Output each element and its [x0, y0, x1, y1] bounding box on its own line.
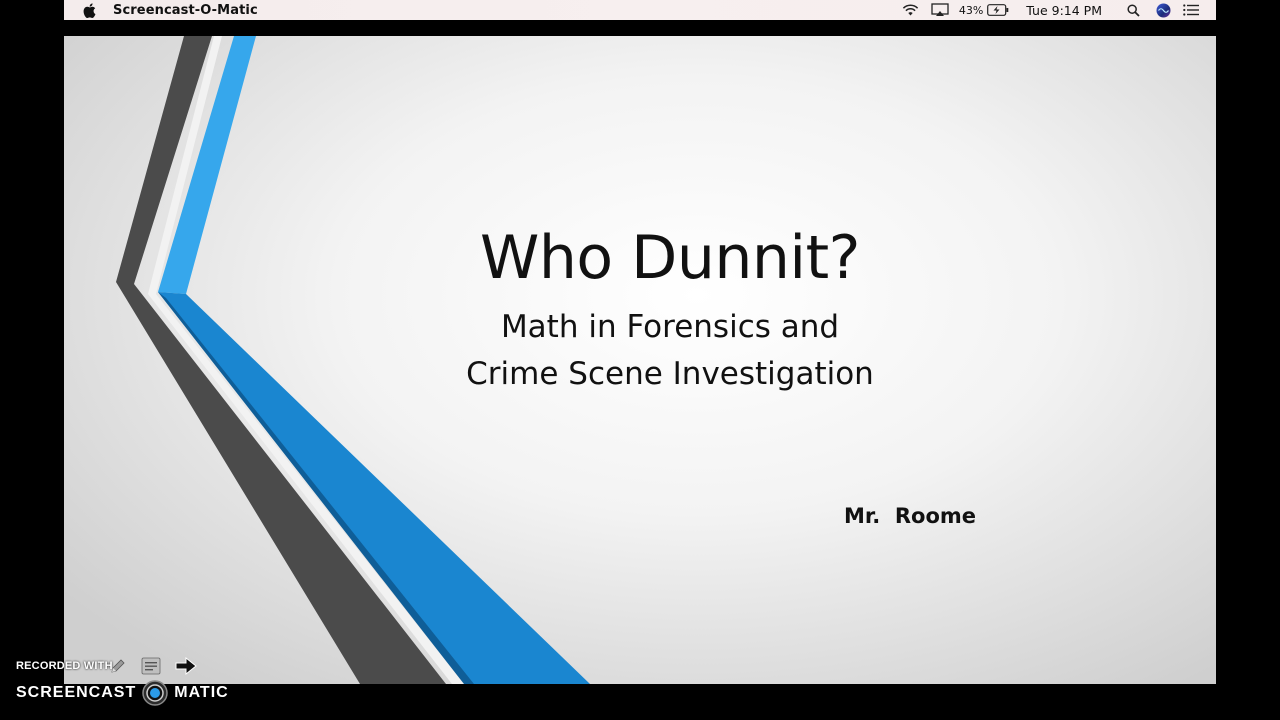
recorded-with-label: RECORDED WITH: [16, 660, 113, 672]
airplay-icon[interactable]: [927, 0, 953, 20]
subtitle-line-1: Math in Forensics and: [500, 309, 840, 345]
wifi-icon[interactable]: [899, 0, 923, 20]
battery-percent: 43%: [958, 3, 984, 17]
presentation-slide: Who Dunnit? Math in Forensics and Crime …: [64, 36, 1216, 684]
screen: Screencast-O-Matic 43% Tue 9:14 PM Who D…: [0, 0, 1280, 720]
apple-icon[interactable]: [82, 2, 96, 18]
menu-clock[interactable]: Tue 9:14 PM: [1026, 3, 1102, 18]
brand-left-text: SCREENCAST: [16, 684, 137, 701]
siri-icon[interactable]: [1150, 0, 1176, 20]
screencast-brand: SCREENCAST MATIC: [16, 680, 229, 706]
brand-right-text: MATIC: [174, 684, 229, 701]
battery-charging-icon[interactable]: [986, 0, 1010, 20]
subtitle-line-2: Crime Scene Investigation: [466, 356, 874, 392]
status-area: 43% Tue 9:14 PM: [899, 0, 1216, 20]
app-menu-name[interactable]: Screencast-O-Matic: [113, 3, 258, 18]
record-logo-icon: [142, 680, 168, 706]
pencil-icon[interactable]: [107, 657, 129, 675]
spotlight-search-icon[interactable]: [1122, 0, 1144, 20]
slide-title: Who Dunnit?: [480, 223, 860, 293]
notification-center-icon[interactable]: [1176, 0, 1206, 20]
slide-subtitle: Math in Forensics and Crime Scene Invest…: [364, 304, 976, 398]
recorder-toolbar: RECORDED WITH: [16, 654, 199, 678]
slide-author: Mr. Roome: [844, 504, 977, 528]
screencast-watermark: RECORDED WITH SCREENCAST MATIC: [16, 654, 246, 710]
notes-icon[interactable]: [139, 657, 163, 675]
arrow-right-icon[interactable]: [173, 656, 199, 676]
menu-bar: Screencast-O-Matic 43% Tue 9:14 PM: [64, 0, 1216, 20]
